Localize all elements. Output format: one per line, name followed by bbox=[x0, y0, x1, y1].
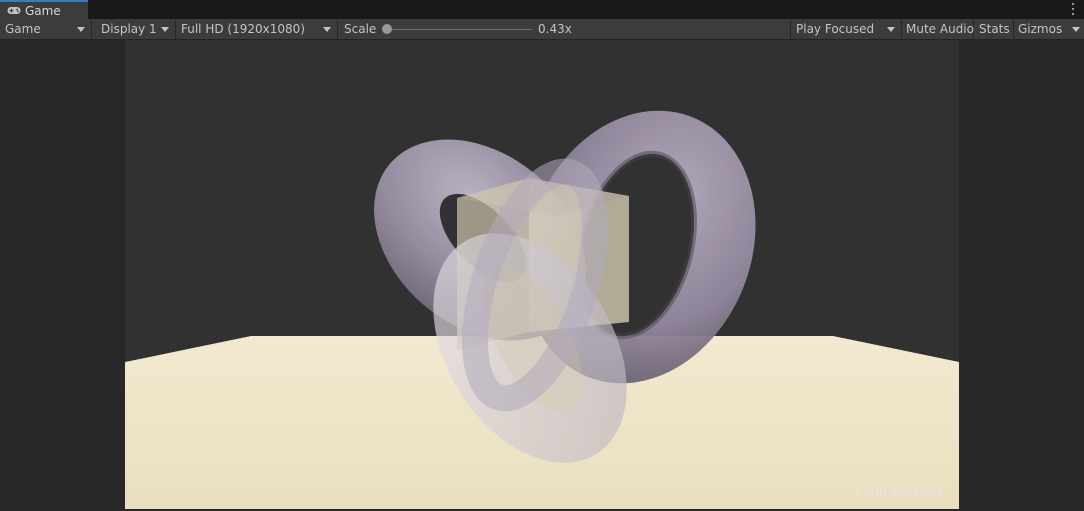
stats-label: Stats bbox=[979, 22, 1010, 36]
scale-slider-track[interactable] bbox=[386, 29, 532, 30]
tab-game[interactable]: Game bbox=[0, 0, 88, 19]
display-dropdown-label: Display 1 bbox=[101, 22, 157, 36]
play-mode-dropdown[interactable]: Play Focused bbox=[790, 19, 902, 39]
scale-label: Scale bbox=[344, 22, 377, 36]
chevron-down-icon bbox=[77, 27, 85, 32]
scene-render bbox=[125, 110, 959, 509]
chevron-down-icon bbox=[161, 27, 169, 32]
game-viewport[interactable]: CSDN @zczplus bbox=[125, 40, 959, 509]
resolution-dropdown[interactable]: Full HD (1920x1080) bbox=[176, 19, 338, 39]
chevron-down-icon bbox=[887, 27, 895, 32]
mute-audio-toggle[interactable]: Mute Audio bbox=[902, 19, 974, 39]
mute-audio-label: Mute Audio bbox=[906, 22, 974, 36]
gizmos-dropdown[interactable]: Gizmos bbox=[1014, 19, 1084, 39]
scale-slider-thumb[interactable] bbox=[382, 24, 392, 34]
scale-value: 0.43x bbox=[538, 22, 572, 36]
chevron-down-icon bbox=[1072, 27, 1080, 32]
display-dropdown[interactable]: Display 1 bbox=[96, 19, 176, 39]
game-view-toolbar: Game Display 1 Full HD (1920x1080) Scale… bbox=[0, 19, 1084, 40]
watermark-text: CSDN @zczplus bbox=[855, 485, 942, 498]
gamepad-icon bbox=[7, 6, 21, 15]
tab-bar: Game bbox=[0, 0, 1084, 19]
tab-label: Game bbox=[25, 3, 61, 18]
gizmos-label: Gizmos bbox=[1018, 22, 1063, 36]
resolution-dropdown-label: Full HD (1920x1080) bbox=[181, 22, 305, 36]
game-view-dropdown-label: Game bbox=[5, 22, 41, 36]
chevron-down-icon bbox=[323, 27, 331, 32]
stats-toggle[interactable]: Stats bbox=[974, 19, 1014, 39]
more-options-icon[interactable] bbox=[1070, 2, 1076, 16]
game-view-dropdown[interactable]: Game bbox=[0, 19, 92, 39]
play-mode-dropdown-label: Play Focused bbox=[796, 22, 875, 36]
